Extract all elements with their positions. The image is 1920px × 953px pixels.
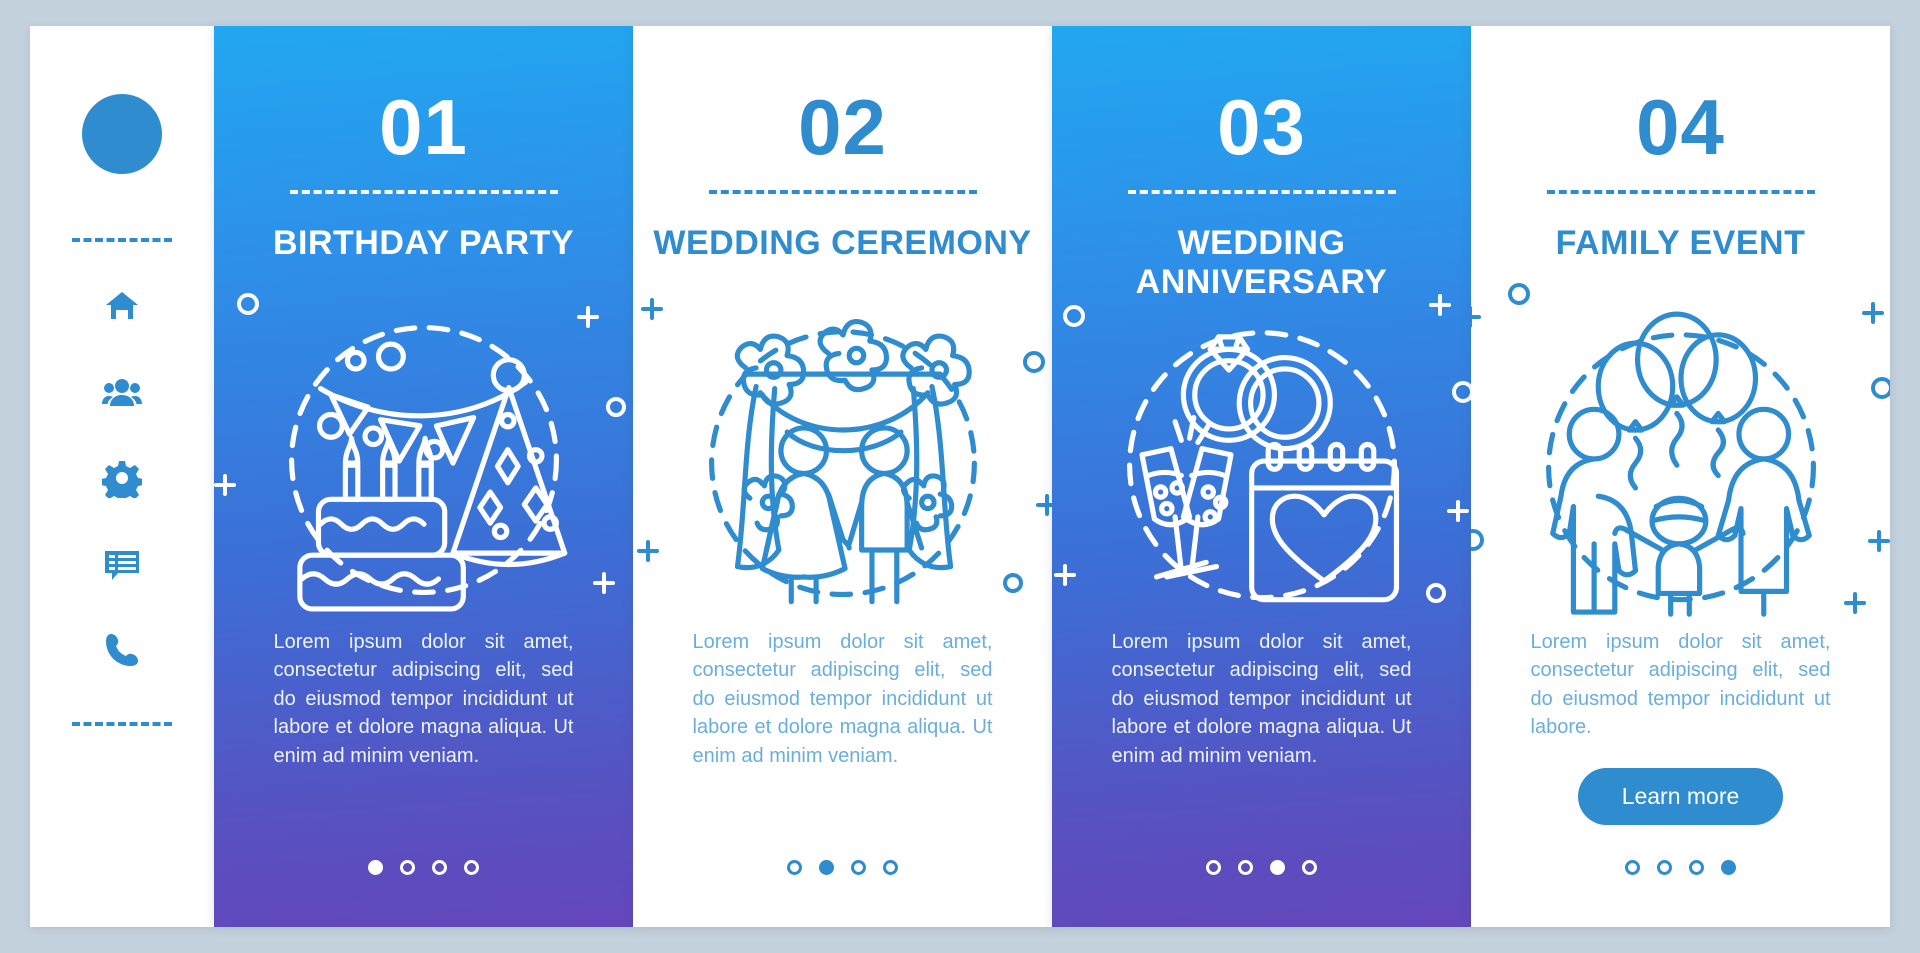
deco-plus <box>639 296 665 322</box>
illustration-birthday <box>214 293 633 612</box>
pagination-dots <box>1471 860 1890 875</box>
pagination-dot[interactable] <box>400 860 415 875</box>
deco-circle <box>1425 582 1447 604</box>
illustration-wedding <box>633 298 1052 610</box>
birthday-illustration <box>288 325 567 612</box>
deco-plus <box>1866 528 1890 554</box>
deco-circle <box>236 292 260 316</box>
card-number: 04 <box>1636 83 1725 171</box>
pagination-dots <box>633 860 1052 875</box>
pagination-dot[interactable] <box>851 860 866 875</box>
deco-circle <box>1062 304 1086 328</box>
deco-plus <box>575 304 601 330</box>
gear-icon <box>101 458 143 503</box>
deco-plus <box>591 570 617 596</box>
card-body: Lorem ipsum dolor sit amet, consectetur … <box>1111 631 1412 767</box>
pagination-dot[interactable] <box>1270 860 1285 875</box>
home-icon <box>102 286 142 331</box>
deco-circle <box>605 396 627 418</box>
pagination-dot[interactable] <box>1625 860 1640 875</box>
deco-plus <box>1445 498 1471 524</box>
pagination-dot[interactable] <box>1657 860 1672 875</box>
deco-circle <box>1870 376 1890 400</box>
card-title: Wedding Ceremony <box>653 224 1032 262</box>
sidebar-divider-bottom <box>72 722 172 726</box>
chat-icon <box>102 544 142 589</box>
card-divider <box>1546 190 1815 194</box>
card-number: 02 <box>798 83 887 171</box>
sidebar-item-contact[interactable] <box>100 630 144 674</box>
card-divider <box>1127 190 1396 194</box>
pagination-dots <box>214 860 633 875</box>
card-title: Wedding Anniversary <box>1135 224 1388 302</box>
sidebar-item-settings[interactable] <box>100 458 144 503</box>
onboarding-cards: 01 Birthday Party <box>214 26 1890 927</box>
deco-plus <box>635 538 661 564</box>
pagination-dot[interactable] <box>464 860 479 875</box>
card-birthday-party[interactable]: 01 Birthday Party <box>214 26 633 927</box>
card-divider <box>289 190 558 194</box>
pagination-dot[interactable] <box>883 860 898 875</box>
card-title: Birthday Party <box>272 224 575 262</box>
deco-circle <box>1471 528 1485 552</box>
users-icon <box>102 372 142 417</box>
deco-circle <box>1002 572 1024 594</box>
learn-more-button[interactable]: Learn more <box>1577 767 1784 825</box>
card-number: 03 <box>1217 83 1306 171</box>
sidebar-nav <box>100 286 144 674</box>
deco-plus <box>1860 300 1886 326</box>
sidebar <box>30 26 214 927</box>
pagination-dot[interactable] <box>368 860 383 875</box>
pagination-dot[interactable] <box>1206 860 1221 875</box>
deco-circle <box>1451 380 1471 404</box>
family-illustration <box>1545 311 1816 617</box>
card-body: Lorem ipsum dolor sit amet, consectetur … <box>273 631 574 767</box>
sidebar-item-people[interactable] <box>100 372 144 416</box>
pagination-dot[interactable] <box>819 860 834 875</box>
avatar[interactable] <box>82 94 162 174</box>
phone-icon <box>102 630 142 675</box>
pagination-dot[interactable] <box>1238 860 1253 875</box>
deco-plus <box>1427 292 1453 318</box>
card-body: Lorem ipsum dolor sit amet, consectetur … <box>1530 631 1831 739</box>
pagination-dot[interactable] <box>787 860 802 875</box>
card-number: 01 <box>379 83 468 171</box>
wedding-ceremony-illustration <box>708 319 977 605</box>
illustration-anniversary <box>1052 294 1471 610</box>
pagination-dots <box>1052 860 1471 875</box>
deco-plus <box>214 472 238 498</box>
deco-circle <box>1022 350 1046 374</box>
onboarding-screens: 01 Birthday Party <box>0 0 1920 953</box>
pagination-dot[interactable] <box>1302 860 1317 875</box>
deco-circle <box>1507 282 1531 306</box>
card-body: Lorem ipsum dolor sit amet, consectetur … <box>692 631 993 767</box>
card-divider <box>708 190 977 194</box>
illustration-family <box>1471 283 1890 617</box>
sidebar-item-home[interactable] <box>100 286 144 330</box>
card-wedding-ceremony[interactable]: 02 Wedding Ceremony <box>633 26 1052 927</box>
card-family-event[interactable]: 04 Family Event <box>1471 26 1890 927</box>
deco-plus <box>1052 562 1078 588</box>
pagination-dot[interactable] <box>1689 860 1704 875</box>
anniversary-illustration <box>1126 330 1399 603</box>
deco-plus <box>1471 304 1483 330</box>
sidebar-item-messages[interactable] <box>100 544 144 588</box>
pagination-dot[interactable] <box>1721 860 1736 875</box>
sidebar-divider-top <box>72 238 172 242</box>
deco-plus <box>1842 590 1868 616</box>
pagination-dot[interactable] <box>432 860 447 875</box>
card-wedding-anniversary[interactable]: 03 Wedding Anniversary <box>1052 26 1471 927</box>
deco-plus <box>1034 492 1052 518</box>
card-title: Family Event <box>1555 224 1806 262</box>
